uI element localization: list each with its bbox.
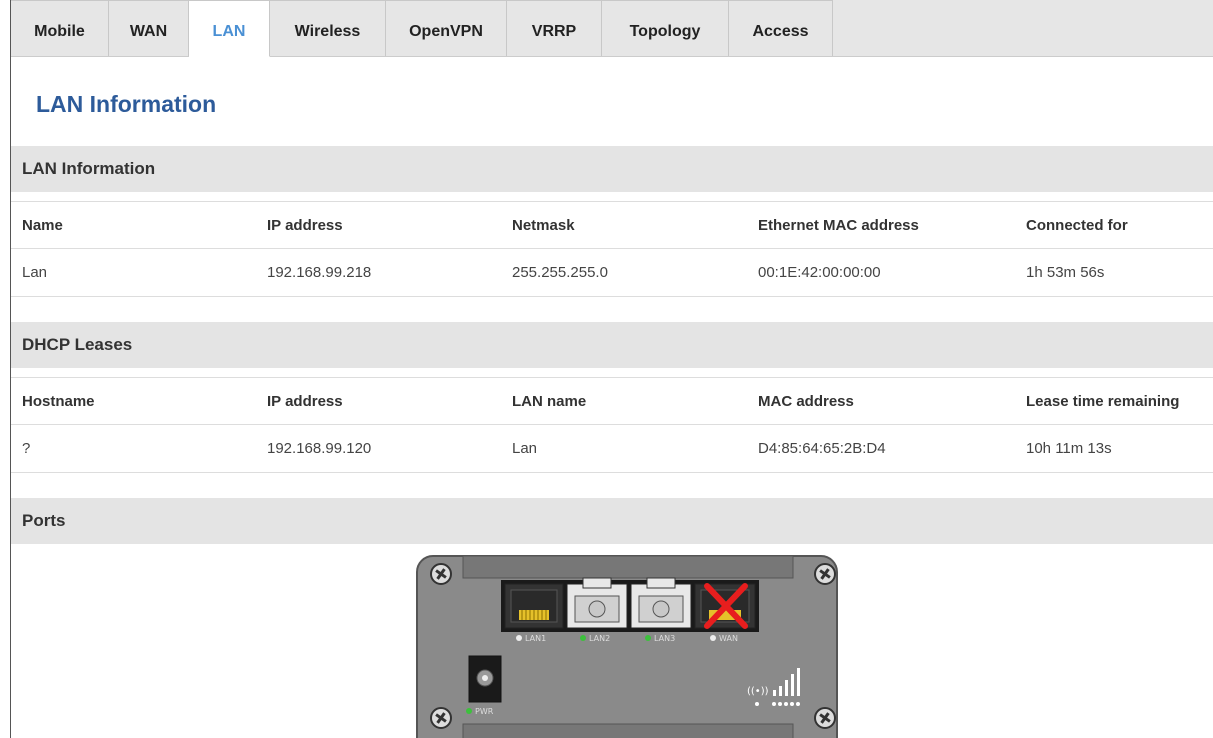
tab-openvpn[interactable]: OpenVPN <box>386 0 507 56</box>
port-led-lan1 <box>516 635 522 641</box>
port-lan2-icon[interactable] <box>566 577 628 629</box>
screw-icon <box>430 707 452 729</box>
dhcp-leases-section-header: DHCP Leases <box>11 322 1213 368</box>
dhcp-lan-name-value: Lan <box>512 440 538 457</box>
power-jack-icon <box>468 655 502 703</box>
device-top-rail <box>462 555 794 579</box>
power-led <box>466 708 472 714</box>
column-header-ip-address: IP address <box>267 393 343 410</box>
column-header-lease-time: Lease time remaining <box>1026 393 1180 410</box>
dhcp-lease-time-value: 10h 11m 13s <box>1026 440 1112 457</box>
tab-bar: Mobile WAN LAN Wireless OpenVPN VRRP Top… <box>11 0 1213 57</box>
lan-info-table-header: Name IP address Netmask Ethernet MAC add… <box>11 201 1213 249</box>
router-device-diagram: LAN1 LAN2 LAN3 WAN PWR ((•)) <box>416 555 838 738</box>
tab-vrrp[interactable]: VRRP <box>507 0 602 56</box>
lan-netmask-value: 255.255.255.0 <box>512 264 608 281</box>
port-label-wan: WAN <box>719 634 738 643</box>
lan-info-section-header: LAN Information <box>11 146 1213 192</box>
tab-access[interactable]: Access <box>729 0 833 56</box>
port-led-wan <box>710 635 716 641</box>
screw-icon <box>814 563 836 585</box>
column-header-lan-name: LAN name <box>512 393 587 410</box>
dhcp-leases-table-header: Hostname IP address LAN name MAC address… <box>11 377 1213 425</box>
svg-text:((•)): ((•)) <box>747 686 769 697</box>
column-header-connected-for: Connected for <box>1026 217 1128 234</box>
column-header-hostname: Hostname <box>22 393 95 410</box>
tab-mobile[interactable]: Mobile <box>11 0 109 56</box>
tab-wan[interactable]: WAN <box>109 0 189 56</box>
port-label-lan3: LAN3 <box>654 634 675 643</box>
tab-wireless[interactable]: Wireless <box>270 0 386 56</box>
dhcp-mac-value: D4:85:64:65:2B:D4 <box>758 440 886 457</box>
tab-topology[interactable]: Topology <box>602 0 729 56</box>
main-frame: Mobile WAN LAN Wireless OpenVPN VRRP Top… <box>10 0 1213 738</box>
ports-section-header: Ports <box>11 498 1213 544</box>
lan-name-value: Lan <box>22 264 48 281</box>
dhcp-ip-value: 192.168.99.120 <box>267 440 372 457</box>
tab-lan[interactable]: LAN <box>189 0 270 57</box>
column-header-ip-address: IP address <box>267 217 343 234</box>
column-header-netmask: Netmask <box>512 217 575 234</box>
power-label: PWR <box>475 707 494 716</box>
page-title: LAN Information <box>36 91 217 117</box>
port-label-lan2: LAN2 <box>589 634 610 643</box>
column-header-name: Name <box>22 217 63 234</box>
port-lan1-icon[interactable] <box>504 583 564 629</box>
dhcp-hostname-value: ? <box>22 440 31 457</box>
port-lan3-icon[interactable] <box>630 577 692 629</box>
table-row: Lan 192.168.99.218 255.255.255.0 00:1E:4… <box>11 249 1213 297</box>
port-led-lan2 <box>580 635 586 641</box>
screw-icon <box>814 707 836 729</box>
device-bottom-rail <box>462 723 794 738</box>
lan-connected-for-value: 1h 53m 56s <box>1026 264 1105 281</box>
port-led-lan3 <box>645 635 651 641</box>
port-label-lan1: LAN1 <box>525 634 546 643</box>
table-row: ? 192.168.99.120 Lan D4:85:64:65:2B:D4 1… <box>11 425 1213 473</box>
column-header-ethernet-mac: Ethernet MAC address <box>758 217 919 234</box>
column-header-mac-address: MAC address <box>758 393 854 410</box>
lan-ip-value: 192.168.99.218 <box>267 264 372 281</box>
lan-mac-value: 00:1E:42:00:00:00 <box>758 264 881 281</box>
screw-icon <box>430 563 452 585</box>
